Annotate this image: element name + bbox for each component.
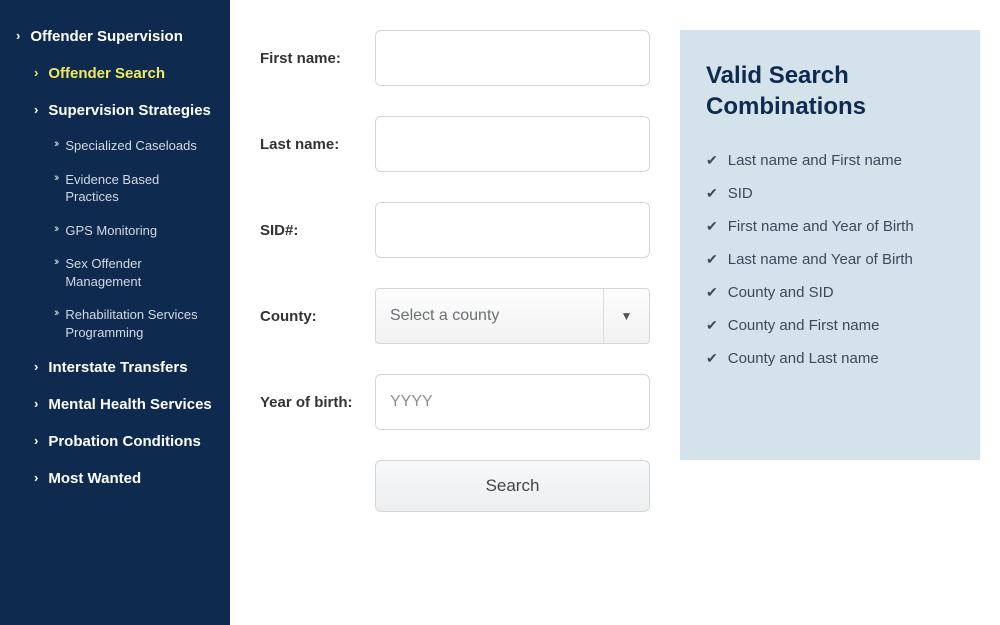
combo-item: ✔County and SID (706, 276, 954, 309)
chevron-right-icon: › (16, 28, 20, 45)
check-icon: ✔ (706, 317, 718, 334)
combo-item: ✔SID (706, 177, 954, 210)
double-chevron-icon: ›› (54, 222, 57, 237)
nav-mental-health-services[interactable]: › Mental Health Services (10, 386, 220, 423)
nav-offender-search[interactable]: › Offender Search (10, 55, 220, 92)
last-name-input[interactable] (375, 116, 650, 172)
last-name-label: Last name: (260, 136, 375, 153)
chevron-right-icon: › (34, 65, 38, 82)
yob-input[interactable] (375, 374, 650, 430)
nav-sex-offender-management[interactable]: ›› Sex Offender Management (10, 247, 220, 298)
check-icon: ✔ (706, 284, 718, 301)
check-icon: ✔ (706, 251, 718, 268)
double-chevron-icon: ›› (54, 255, 57, 270)
combo-item: ✔County and First name (706, 309, 954, 342)
chevron-right-icon: › (34, 470, 38, 487)
first-name-input[interactable] (375, 30, 650, 86)
yob-label: Year of birth: (260, 394, 375, 411)
chevron-right-icon: › (34, 359, 38, 376)
nav-label: Supervision Strategies (48, 102, 211, 119)
sid-input[interactable] (375, 202, 650, 258)
nav-gps-monitoring[interactable]: ›› GPS Monitoring (10, 214, 220, 248)
nav-label: Sex Offender Management (65, 255, 214, 290)
check-icon: ✔ (706, 185, 718, 202)
county-select-value: Select a county (376, 289, 603, 343)
check-icon: ✔ (706, 218, 718, 235)
nav-label: Probation Conditions (48, 433, 200, 450)
combo-list: ✔Last name and First name ✔SID ✔First na… (706, 144, 954, 375)
nav-label: GPS Monitoring (65, 222, 157, 240)
nav-supervision-strategies[interactable]: › Supervision Strategies (10, 92, 220, 129)
nav-label: Most Wanted (48, 470, 141, 487)
sid-label: SID#: (260, 222, 375, 239)
main-content: First name: Last name: SID#: County: Sel… (230, 0, 1000, 625)
nav-label: Interstate Transfers (48, 359, 187, 376)
chevron-right-icon: › (34, 102, 38, 119)
valid-combinations-panel: Valid Search Combinations ✔Last name and… (680, 30, 980, 460)
nav-label: Mental Health Services (48, 396, 211, 413)
combo-item: ✔Last name and First name (706, 144, 954, 177)
panel-title: Valid Search Combinations (706, 60, 954, 122)
chevron-right-icon: › (34, 396, 38, 413)
county-label: County: (260, 308, 375, 325)
nav-label: Evidence Based Practices (65, 171, 214, 206)
double-chevron-icon: ›› (54, 137, 57, 152)
combo-item: ✔County and Last name (706, 342, 954, 375)
nav-offender-supervision[interactable]: › Offender Supervision (10, 18, 220, 55)
first-name-label: First name: (260, 50, 375, 67)
search-form: First name: Last name: SID#: County: Sel… (260, 30, 650, 605)
sidebar-nav: › Offender Supervision › Offender Search… (0, 0, 230, 625)
combo-item: ✔Last name and Year of Birth (706, 243, 954, 276)
search-button[interactable]: Search (375, 460, 650, 512)
nav-rehabilitation-services[interactable]: ›› Rehabilitation Services Programming (10, 298, 220, 349)
nav-label: Rehabilitation Services Programming (65, 306, 214, 341)
double-chevron-icon: ›› (54, 171, 57, 186)
nav-label: Offender Search (48, 65, 165, 82)
county-select[interactable]: Select a county ▼ (375, 288, 650, 344)
nav-evidence-based-practices[interactable]: ›› Evidence Based Practices (10, 163, 220, 214)
check-icon: ✔ (706, 152, 718, 169)
double-chevron-icon: ›› (54, 306, 57, 321)
nav-interstate-transfers[interactable]: › Interstate Transfers (10, 349, 220, 386)
nav-label: Specialized Caseloads (65, 137, 197, 155)
nav-label: Offender Supervision (30, 28, 183, 45)
nav-most-wanted[interactable]: › Most Wanted (10, 460, 220, 497)
chevron-down-icon: ▼ (603, 289, 649, 343)
nav-specialized-caseloads[interactable]: ›› Specialized Caseloads (10, 129, 220, 163)
combo-item: ✔First name and Year of Birth (706, 210, 954, 243)
check-icon: ✔ (706, 350, 718, 367)
nav-probation-conditions[interactable]: › Probation Conditions (10, 423, 220, 460)
chevron-right-icon: › (34, 433, 38, 450)
